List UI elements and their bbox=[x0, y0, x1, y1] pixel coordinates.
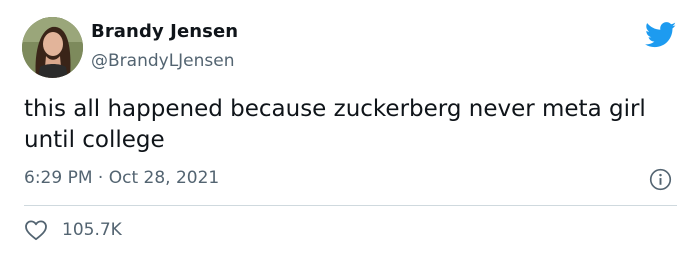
tweet-text: this all happened because zuckerberg nev… bbox=[24, 96, 646, 153]
like-count: 105.7K bbox=[62, 220, 122, 240]
like-button[interactable]: 105.7K bbox=[24, 219, 122, 241]
divider bbox=[24, 205, 677, 206]
twitter-bird-icon[interactable] bbox=[645, 22, 677, 48]
tweet-time: 6:29 PM bbox=[24, 168, 93, 188]
author-name[interactable]: Brandy Jensen bbox=[91, 21, 238, 42]
heart-icon bbox=[25, 220, 47, 241]
tweet-card: Brandy Jensen @BrandyLJensen this all ha… bbox=[0, 0, 700, 257]
tweet-timestamp[interactable]: 6:29 PM · Oct 28, 2021 bbox=[24, 168, 219, 188]
timestamp-separator: · bbox=[97, 168, 104, 188]
info-icon[interactable] bbox=[649, 168, 672, 191]
tweet-date: Oct 28, 2021 bbox=[108, 168, 220, 188]
avatar[interactable] bbox=[22, 17, 83, 78]
author-handle[interactable]: @BrandyLJensen bbox=[91, 51, 235, 71]
